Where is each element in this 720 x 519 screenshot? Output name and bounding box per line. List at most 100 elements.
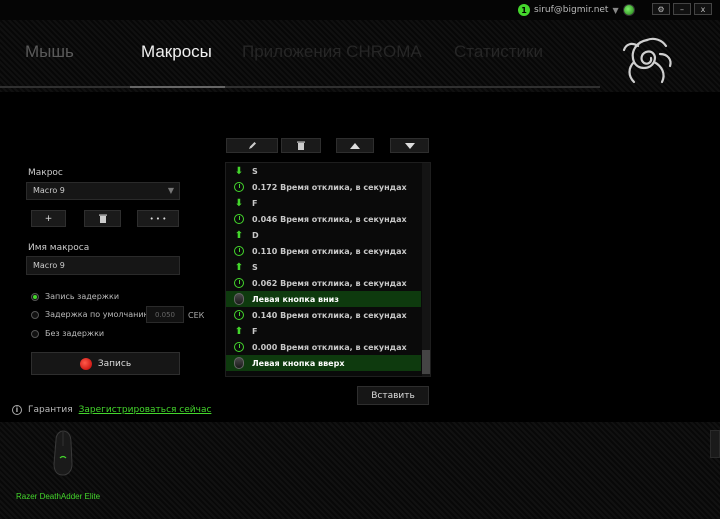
mouse-button-icon bbox=[233, 293, 245, 305]
radio-default-delay[interactable]: Задержка по умолчанию bbox=[31, 310, 150, 319]
more-options-button[interactable]: • • • bbox=[137, 210, 179, 227]
radio-record-delay[interactable]: Запись задержки bbox=[31, 292, 119, 301]
record-label: Запись bbox=[97, 358, 132, 369]
move-up-button[interactable] bbox=[336, 138, 374, 153]
delay-step[interactable]: 0.062 Время отклика, в секундах bbox=[226, 275, 421, 291]
trash-icon bbox=[297, 141, 305, 150]
mouse-button-icon bbox=[233, 357, 245, 369]
step-label: 0.140 Время отклика, в секундах bbox=[252, 310, 407, 320]
edit-step-button[interactable] bbox=[226, 138, 278, 153]
register-link[interactable]: Зарегистрироваться сейчас bbox=[79, 405, 212, 415]
razer-logo-icon bbox=[622, 37, 672, 84]
pencil-icon bbox=[248, 142, 256, 149]
user-area[interactable]: 1 siruf@bigmir.net ▼ bbox=[518, 3, 635, 17]
tab-chroma-apps[interactable]: Приложения CHROMA bbox=[242, 42, 422, 62]
mouse-device-icon[interactable] bbox=[50, 430, 76, 476]
info-icon: i bbox=[12, 405, 22, 415]
key-down-icon: ⬇ bbox=[234, 197, 244, 209]
move-down-button[interactable] bbox=[390, 138, 429, 153]
step-label: S bbox=[252, 166, 258, 176]
delay-step[interactable]: 0.110 Время отклика, в секундах bbox=[226, 243, 421, 259]
delete-step-button[interactable] bbox=[281, 138, 321, 153]
delay-icon bbox=[233, 341, 245, 353]
step-label: Левая кнопка вверх bbox=[252, 358, 345, 368]
key-step[interactable]: ⬇ F bbox=[226, 195, 421, 211]
step-label: 0.000 Время отклика, в секундах bbox=[252, 342, 407, 352]
radio-button[interactable] bbox=[31, 310, 39, 319]
key-step[interactable]: ⬆ F bbox=[226, 323, 421, 339]
default-delay-input[interactable]: 0.050 bbox=[146, 306, 184, 323]
scrollbar-thumb[interactable] bbox=[422, 350, 430, 374]
tab-statistics[interactable]: Статистики bbox=[454, 42, 543, 62]
add-macro-button[interactable]: + bbox=[31, 210, 66, 227]
radio-no-delay[interactable]: Без задержки bbox=[31, 329, 104, 338]
warranty-label: Гарантия bbox=[28, 405, 73, 415]
tab-macros[interactable]: Макросы bbox=[141, 42, 212, 62]
device-name: Razer DeathAdder Elite bbox=[16, 492, 101, 501]
radio-button[interactable] bbox=[31, 329, 39, 338]
macro-select[interactable]: Macro 9 ▼ bbox=[26, 182, 180, 200]
close-button[interactable]: x bbox=[694, 3, 712, 15]
key-up-icon: ⬆ bbox=[234, 325, 244, 337]
delay-step[interactable]: 0.172 Время отклика, в секундах bbox=[226, 179, 421, 195]
macro-steps: ⬇ S 0.172 Время отклика, в секундах ⬇ F 0.046… bbox=[226, 163, 421, 371]
step-label: 0.046 Время отклика, в секундах bbox=[252, 214, 407, 224]
settings-button[interactable]: ⚙ bbox=[652, 3, 670, 15]
delay-icon bbox=[233, 245, 245, 257]
delay-step[interactable]: 0.000 Время отклика, в секундах bbox=[226, 339, 421, 355]
macro-label: Макрос bbox=[28, 168, 63, 178]
macro-steps-list[interactable]: ⬇ S 0.172 Время отклика, в секундах ⬇ F 0.046… bbox=[225, 162, 431, 377]
notification-badge[interactable]: 1 bbox=[518, 4, 530, 16]
macro-name-label: Имя макроса bbox=[28, 243, 90, 253]
clock-icon bbox=[234, 278, 244, 288]
user-email[interactable]: siruf@bigmir.net bbox=[534, 5, 608, 15]
scrollbar[interactable] bbox=[422, 163, 430, 376]
radio-label: Без задержки bbox=[45, 329, 105, 338]
delay-icon bbox=[233, 181, 245, 193]
mouse-step[interactable]: Левая кнопка вверх bbox=[226, 355, 421, 371]
clock-icon bbox=[234, 182, 244, 192]
arrow-up-icon bbox=[350, 142, 360, 149]
macro-name-input[interactable]: Macro 9 bbox=[26, 256, 180, 275]
caret-down-icon[interactable]: ▼ bbox=[612, 6, 618, 15]
step-label: S bbox=[252, 262, 258, 272]
key-down-icon: ⬇ bbox=[234, 165, 244, 177]
device-bar: Razer DeathAdder Elite bbox=[0, 422, 720, 519]
delay-unit-label: СЕК bbox=[188, 311, 205, 320]
radio-label: Запись задержки bbox=[45, 292, 120, 301]
key-step[interactable]: ⬆ D bbox=[226, 227, 421, 243]
warranty-row: i Гарантия Зарегистрироваться сейчас bbox=[12, 405, 211, 415]
delete-macro-button[interactable] bbox=[84, 210, 121, 227]
step-label: D bbox=[252, 230, 259, 240]
cloud-sync-icon[interactable] bbox=[622, 4, 635, 16]
step-label: 0.110 Время отклика, в секундах bbox=[252, 246, 407, 256]
record-button[interactable]: Запись bbox=[31, 352, 180, 375]
mouse-icon bbox=[234, 357, 244, 369]
record-icon bbox=[79, 357, 92, 370]
key-up-icon: ⬆ bbox=[234, 229, 244, 241]
step-label: 0.062 Время отклика, в секундах bbox=[252, 278, 407, 288]
chevron-down-icon: ▼ bbox=[167, 186, 174, 195]
main-panel: Макрос Macro 9 ▼ + • • • Имя макроса Mac… bbox=[0, 92, 720, 422]
arrow-down-icon bbox=[404, 142, 415, 149]
delay-icon bbox=[233, 277, 245, 289]
window-controls: ⚙ – x bbox=[652, 3, 712, 15]
insert-button[interactable]: Вставить bbox=[357, 386, 429, 405]
minimize-button[interactable]: – bbox=[673, 3, 691, 15]
mouse-step[interactable]: Левая кнопка вниз bbox=[226, 291, 421, 307]
title-bar: 1 siruf@bigmir.net ▼ ⚙ – x bbox=[0, 0, 720, 20]
key-step[interactable]: ⬆ S bbox=[226, 259, 421, 275]
tab-mouse[interactable]: Мышь bbox=[25, 42, 74, 62]
delay-step[interactable]: 0.046 Время отклика, в секундах bbox=[226, 211, 421, 227]
step-label: 0.172 Время отклика, в секундах bbox=[252, 182, 407, 192]
key-step[interactable]: ⬇ S bbox=[226, 163, 421, 179]
clock-icon bbox=[234, 246, 244, 256]
radio-label: Задержка по умолчанию bbox=[45, 310, 151, 319]
key-up-icon: ⬆ bbox=[234, 261, 244, 273]
device-bar-scroll-button[interactable] bbox=[710, 430, 720, 458]
trash-icon bbox=[98, 214, 107, 223]
step-label: F bbox=[252, 198, 258, 208]
delay-step[interactable]: 0.140 Время отклика, в секундах bbox=[226, 307, 421, 323]
radio-button[interactable] bbox=[31, 292, 39, 301]
clock-icon bbox=[234, 310, 244, 320]
